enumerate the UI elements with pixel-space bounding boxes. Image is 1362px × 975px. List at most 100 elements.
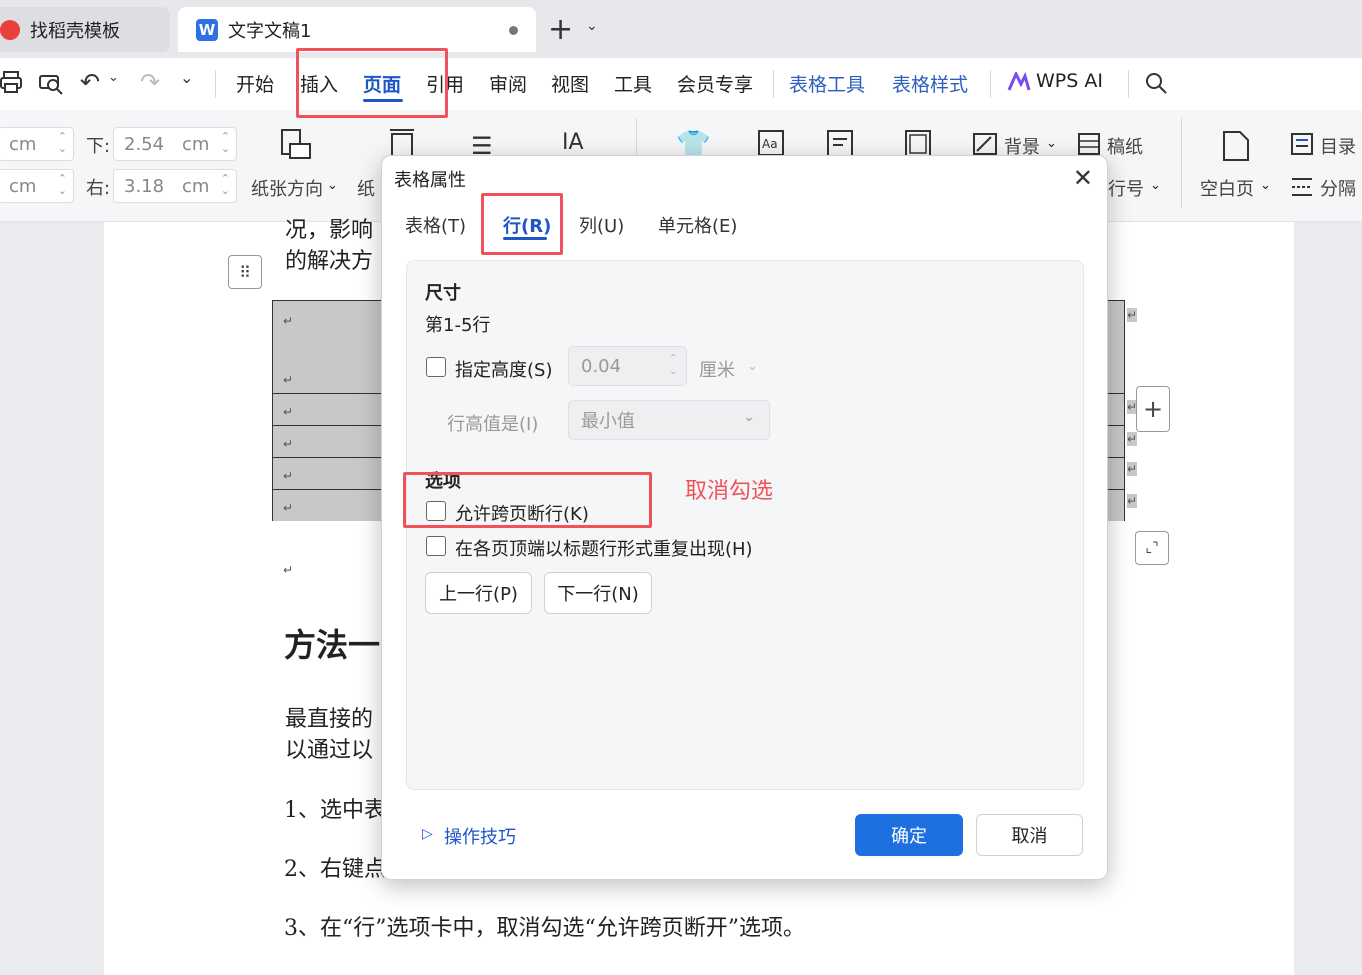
spinner-arrows-icon[interactable]: ⌃ ⌄: [221, 131, 230, 155]
separator-icon[interactable]: [1291, 176, 1313, 202]
chevron-down-icon[interactable]: ⌄: [586, 18, 598, 34]
unit-label: cm: [9, 133, 37, 155]
wps-writer-icon: W: [196, 18, 218, 41]
row-end-mark: ↵: [1127, 432, 1138, 446]
repeat-header-checkbox[interactable]: [426, 536, 446, 556]
ok-button[interactable]: 确定: [855, 814, 963, 856]
tab-bar: 找稻壳模板 W 文字文稿1 + ⌄: [0, 0, 1362, 58]
draft-paper-button[interactable]: 稿纸: [1107, 133, 1143, 159]
toc-icon[interactable]: [1291, 133, 1313, 159]
line-number-button[interactable]: 行号: [1108, 175, 1144, 201]
divider: [1128, 70, 1129, 98]
menu-member[interactable]: 会员专享: [677, 70, 753, 97]
doc-text-para1: 最直接的: [285, 707, 374, 732]
margin-left-spin[interactable]: cm ⌃ ⌄: [0, 169, 74, 203]
chevron-down-icon[interactable]: ⌄: [1260, 178, 1271, 193]
menu-wps-ai[interactable]: WPS AI: [1036, 70, 1103, 92]
menu-table-tools[interactable]: 表格工具: [789, 70, 865, 97]
add-column-icon[interactable]: +: [1136, 386, 1170, 432]
cancel-button[interactable]: 取消: [976, 814, 1083, 856]
orientation-button[interactable]: 纸张方向: [251, 175, 323, 201]
spinner-arrows-icon[interactable]: ⌃ ⌄: [221, 173, 230, 197]
divider: [773, 70, 774, 98]
chevron-down-icon: ⌄: [743, 409, 755, 425]
paragraph-mark: ↵: [283, 501, 294, 515]
separator-button[interactable]: 分隔: [1320, 175, 1356, 201]
play-tips-icon[interactable]: ▷: [422, 826, 433, 842]
next-row-button[interactable]: 下一行(N): [544, 572, 652, 614]
spinner-arrows-icon[interactable]: ⌃ ⌄: [58, 173, 67, 197]
unit-label: cm: [9, 175, 37, 197]
tab-document[interactable]: W 文字文稿1: [178, 7, 536, 52]
text-direction-icon[interactable]: IA: [562, 130, 584, 155]
row-height-mode-select[interactable]: 最小值 ⌄: [568, 400, 770, 440]
doc-step-2: 2、右键点: [284, 857, 386, 882]
chevron-down-icon[interactable]: ⌄: [327, 178, 338, 193]
redo-icon[interactable]: ↷: [140, 68, 160, 96]
undo-dropdown-icon[interactable]: ⌄: [108, 70, 119, 85]
specify-height-label[interactable]: 指定高度(S): [455, 356, 552, 382]
height-input[interactable]: 0.04 ⌃ ⌄: [568, 346, 687, 386]
menu-bar: ↶ ⌄ ↷ ⌄ 开始 插入 页面 引用 审阅 视图 工具 会员专享 表格工具 表…: [0, 58, 1362, 110]
doc-text-line1: 况，影响: [285, 218, 374, 243]
prev-row-button[interactable]: 上一行(P): [425, 572, 532, 614]
chevron-down-icon[interactable]: ⌄: [747, 359, 758, 374]
chevron-down-icon[interactable]: ⌄: [1150, 178, 1161, 193]
highlight-allow-break: [403, 472, 652, 528]
table-resize-icon[interactable]: ⌞⌝: [1135, 531, 1169, 565]
doc-heading: 方法一: [284, 626, 381, 664]
paragraph-mark: ↵: [283, 563, 294, 577]
chevron-down-icon[interactable]: ⌄: [1046, 136, 1057, 151]
menu-view[interactable]: 视图: [551, 70, 589, 97]
row-end-mark: ↵: [1127, 308, 1138, 322]
margin-right-value: 3.18: [124, 175, 165, 197]
orientation-icon[interactable]: [278, 128, 312, 168]
unsaved-dot-icon: [509, 26, 518, 35]
dialog-title: 表格属性: [394, 170, 466, 191]
spinner-arrows-icon[interactable]: ⌃ ⌄: [669, 353, 678, 377]
specify-height-checkbox[interactable]: [426, 357, 446, 377]
tab-table[interactable]: 表格(T): [405, 212, 466, 238]
search-icon[interactable]: [1144, 71, 1168, 99]
margin-right-spin[interactable]: 3.18 cm ⌃ ⌄: [113, 169, 237, 203]
undo-icon[interactable]: ↶: [80, 68, 100, 96]
margin-top-spin[interactable]: cm ⌃ ⌄: [0, 127, 74, 161]
paragraph-mark: ↵: [283, 314, 294, 328]
paper-size-button[interactable]: 纸: [357, 175, 375, 201]
height-value: 0.04: [581, 355, 622, 377]
rows-label: 第1-5行: [425, 315, 491, 336]
new-tab-button[interactable]: +: [548, 12, 573, 47]
menu-table-style[interactable]: 表格样式: [892, 70, 968, 97]
height-unit-select[interactable]: 厘米: [699, 356, 735, 382]
tips-link[interactable]: 操作技巧: [444, 823, 516, 849]
margin-bottom-spin[interactable]: 2.54 cm ⌃ ⌄: [113, 127, 237, 161]
row-height-is-label: 行高值是(I): [447, 414, 539, 435]
menu-start[interactable]: 开始: [236, 70, 274, 97]
unit-label: cm: [182, 133, 210, 155]
spinner-arrows-icon[interactable]: ⌃ ⌄: [58, 131, 67, 155]
blank-page-button[interactable]: 空白页: [1200, 175, 1254, 201]
highlight-page-menu: [296, 48, 448, 118]
blank-page-icon[interactable]: [1222, 130, 1250, 166]
tab-cell[interactable]: 单元格(E): [658, 212, 737, 238]
print-icon[interactable]: [0, 70, 22, 98]
menu-review[interactable]: 审阅: [489, 70, 527, 97]
more-chevron-icon[interactable]: ⌄: [180, 68, 193, 87]
margin-right-label: 右:: [86, 178, 111, 199]
doc-text-line2: 的解决方: [285, 249, 374, 274]
close-icon[interactable]: ✕: [1073, 164, 1093, 192]
annotation-uncheck: 取消勾选: [685, 479, 774, 504]
margin-bottom-value: 2.54: [124, 133, 165, 155]
toc-button[interactable]: 目录: [1320, 133, 1356, 159]
divider: [1181, 118, 1182, 208]
menu-tools[interactable]: 工具: [614, 70, 652, 97]
unit-label: cm: [182, 175, 210, 197]
doc-text-para2: 以通过以: [285, 738, 374, 763]
repeat-header-label[interactable]: 在各页顶端以标题行形式重复出现(H): [455, 535, 753, 561]
table-move-handle-icon[interactable]: ⠿: [228, 255, 262, 289]
divider: [990, 70, 991, 98]
tab-column[interactable]: 列(U): [579, 212, 624, 238]
print-preview-icon[interactable]: [38, 70, 64, 100]
tab-template[interactable]: 找稻壳模板: [0, 7, 170, 52]
paragraph-mark: ↵: [283, 373, 294, 387]
